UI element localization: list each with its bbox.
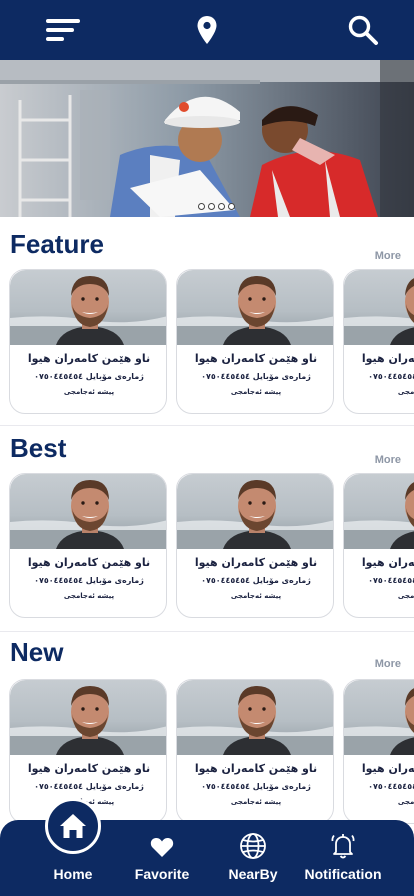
person-name: ناو هێمن کامەران هیوا (361, 556, 414, 569)
portrait-image (344, 680, 414, 755)
person-name: ناو هێمن کامەران هیوا (27, 762, 151, 775)
portrait-image (177, 474, 333, 549)
top-bar (0, 0, 414, 60)
person-job: پیشە ئەجامجی (397, 388, 414, 396)
person-job: پیشە ئەجامجی (397, 592, 414, 600)
app-screen: Feature More ناو هێمن کامەران هیوا ژمارە… (0, 0, 414, 896)
person-phone: ژمارەی مۆبایل ٠٧٥٠٤٤٥٤٥٤ (201, 372, 311, 381)
person-phone: ژمارەی مۆبایل ٠٧٥٠٤٤٥٤٥٤ (368, 372, 414, 381)
person-card[interactable]: ناو هێمن کامەران هیوا ژمارەی مۆبایل ٠٧٥٠… (9, 473, 167, 618)
nav-notification[interactable]: Notification (298, 820, 388, 896)
menu-button[interactable] (40, 0, 86, 60)
search-button[interactable] (340, 0, 386, 60)
carousel-dot[interactable] (228, 203, 235, 210)
section-divider (0, 425, 414, 426)
portrait-image (344, 474, 414, 549)
home-button[interactable] (45, 798, 101, 854)
carousel-dot[interactable] (208, 203, 215, 210)
person-job: پیشە ئەجامجی (397, 798, 414, 806)
person-job: پیشە ئەجامجی (63, 388, 115, 396)
bell-icon (331, 834, 355, 859)
card-row: ناو هێمن کامەران هیوا ژمارەی مۆبایل ٠٧٥٠… (0, 473, 414, 621)
person-phone: ژمارەی مۆبایل ٠٧٥٠٤٤٥٤٥٤ (34, 576, 144, 585)
section-feature: Feature More ناو هێمن کامەران هیوا ژمارە… (0, 229, 414, 429)
section-title: Feature (10, 229, 104, 259)
person-phone: ژمارەی مۆبایل ٠٧٥٠٤٤٥٤٥٤ (368, 782, 414, 791)
carousel-dots (198, 203, 235, 210)
portrait-image (10, 474, 166, 549)
portrait-image (10, 270, 166, 345)
portrait-image (177, 270, 333, 345)
section-divider (0, 631, 414, 632)
person-card[interactable]: ناو هێمن کامەران هیوا ژمارەی مۆبایل ٠٧٥٠… (176, 269, 334, 414)
portrait-image (177, 680, 333, 755)
section-title: New (10, 637, 64, 667)
person-name: ناو هێمن کامەران هیوا (194, 352, 318, 365)
person-photo (177, 474, 333, 549)
person-photo (177, 680, 333, 755)
more-link[interactable]: More (375, 658, 401, 670)
person-photo (10, 474, 166, 549)
person-card[interactable]: ناو هێمن کامەران هیوا ژمارەی مۆبایل ٠٧٥٠… (176, 473, 334, 618)
person-photo (344, 270, 414, 345)
more-link[interactable]: More (375, 454, 401, 466)
portrait-image (10, 680, 166, 755)
person-photo (10, 680, 166, 755)
person-photo (177, 270, 333, 345)
carousel-dot[interactable] (218, 203, 225, 210)
nav-label: NearBy (228, 866, 278, 882)
more-link[interactable]: More (375, 250, 401, 262)
person-name: ناو هێمن کامەران هیوا (361, 762, 414, 775)
carousel-dot[interactable] (198, 203, 205, 210)
nav-nearby[interactable]: NearBy (212, 820, 294, 896)
banner-carousel[interactable] (0, 60, 414, 217)
nav-label: Notification (304, 866, 382, 882)
person-card[interactable]: ناو هێمن کامەران هیوا ژمارەی مۆبایل ٠٧٥٠… (9, 269, 167, 414)
menu-icon (46, 19, 80, 41)
person-phone: ژمارەی مۆبایل ٠٧٥٠٤٤٥٤٥٤ (34, 372, 144, 381)
person-phone: ژمارەی مۆبایل ٠٧٥٠٤٤٥٤٥٤ (34, 782, 144, 791)
person-card[interactable]: ناو هێمن کامەران هیوا ژمارەی مۆبایل ٠٧٥٠… (343, 679, 414, 824)
nav-label: Favorite (134, 866, 190, 882)
nav-favorite[interactable]: Favorite (122, 820, 202, 896)
person-name: ناو هێمن کامەران هیوا (194, 762, 318, 775)
section-title: Best (10, 433, 67, 463)
person-card[interactable]: ناو هێمن کامەران هیوا ژمارەی مۆبایل ٠٧٥٠… (176, 679, 334, 824)
person-job: پیشە ئەجامجی (230, 592, 282, 600)
heart-icon (150, 837, 174, 857)
person-phone: ژمارەی مۆبایل ٠٧٥٠٤٤٥٤٥٤ (368, 576, 414, 585)
person-card[interactable]: ناو هێمن کامەران هیوا ژمارەی مۆبایل ٠٧٥٠… (343, 473, 414, 618)
person-photo (344, 680, 414, 755)
person-name: ناو هێمن کامەران هیوا (361, 352, 414, 365)
banner-image (0, 60, 414, 217)
card-row: ناو هێمن کامەران هیوا ژمارەی مۆبایل ٠٧٥٠… (0, 269, 414, 417)
person-name: ناو هێمن کامەران هیوا (194, 556, 318, 569)
section-best: Best More ناو هێمن کامەران هیوا ژمارەی م… (0, 433, 414, 633)
portrait-image (344, 270, 414, 345)
person-photo (344, 474, 414, 549)
search-icon (348, 15, 378, 45)
person-name: ناو هێمن کامەران هیوا (27, 352, 151, 365)
home-icon (60, 814, 86, 838)
globe-icon (240, 833, 266, 859)
nav-label: Home (53, 866, 93, 882)
person-job: پیشە ئەجامجی (230, 798, 282, 806)
person-photo (10, 270, 166, 345)
person-phone: ژمارەی مۆبایل ٠٧٥٠٤٤٥٤٥٤ (201, 782, 311, 791)
map-pin-icon (197, 16, 217, 44)
person-job: پیشە ئەجامجی (63, 592, 115, 600)
location-button[interactable] (186, 0, 228, 60)
person-phone: ژمارەی مۆبایل ٠٧٥٠٤٤٥٤٥٤ (201, 576, 311, 585)
person-card[interactable]: ناو هێمن کامەران هیوا ژمارەی مۆبایل ٠٧٥٠… (343, 269, 414, 414)
person-job: پیشە ئەجامجی (230, 388, 282, 396)
person-name: ناو هێمن کامەران هیوا (27, 556, 151, 569)
